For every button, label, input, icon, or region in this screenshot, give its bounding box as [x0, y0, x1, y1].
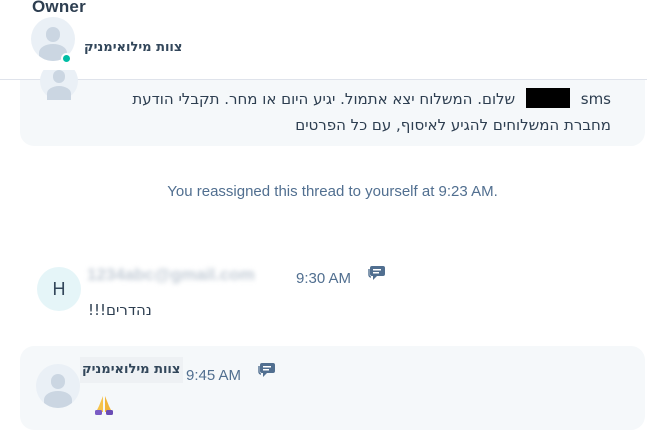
avatar-head-shape: [50, 373, 66, 389]
reassign-system-note: You reassigned this thread to yourself a…: [167, 183, 498, 200]
sms-text-line-1: שלום. המשלוח יצא אתמול. יגיע היום או מחר…: [132, 90, 516, 108]
sms-message-line-1: sms שלום. המשלוח יצא אתמול. יגיע היום או…: [132, 88, 611, 108]
redaction-block: [525, 88, 570, 108]
owner-name: צוות מילואימניק: [84, 40, 183, 55]
chat-icon[interactable]: [258, 362, 276, 378]
avatar-head-shape: [45, 26, 61, 42]
message-time: 9:45 AM: [186, 367, 242, 384]
agent-name: צוות מילואימניק: [80, 357, 184, 383]
folded-hands-icon: [95, 396, 113, 415]
sms-message-line-2: מחברת המשלוחים להגיע לאיסוף, עם כל הפרטי…: [295, 116, 611, 134]
chat-icon[interactable]: [368, 265, 386, 281]
message-time: 9:30 AM: [296, 270, 352, 287]
owner-label: Owner: [32, 0, 86, 16]
sender-email-blurred: 1234abc@gmail.com: [87, 265, 255, 284]
avatar-body-shape: [46, 85, 72, 100]
sender-avatar: [40, 70, 78, 100]
online-status-dot: [61, 53, 72, 64]
avatar-body-shape: [43, 391, 73, 408]
agent-avatar[interactable]: [36, 364, 80, 408]
avatar-head-shape: [52, 70, 66, 84]
contact-avatar[interactable]: H: [37, 267, 81, 311]
channel-label: sms: [580, 90, 611, 108]
message-text: נהדרים!!!: [88, 301, 152, 319]
